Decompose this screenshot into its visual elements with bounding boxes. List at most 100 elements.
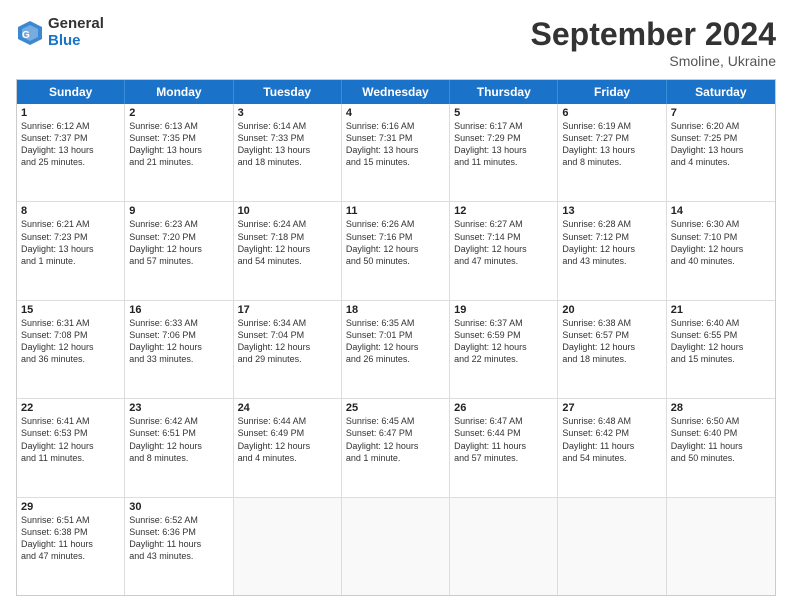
calendar-row-1: 1Sunrise: 6:12 AM Sunset: 7:37 PM Daylig… [17,104,775,202]
logo-text: General Blue [48,16,104,49]
day-info: Sunrise: 6:21 AM Sunset: 7:23 PM Dayligh… [21,218,120,267]
calendar-row-5: 29Sunrise: 6:51 AM Sunset: 6:38 PM Dayli… [17,498,775,595]
empty-cell [558,498,666,595]
day-number: 1 [21,107,120,119]
day-cell-5: 5Sunrise: 6:17 AM Sunset: 7:29 PM Daylig… [450,104,558,201]
day-cell-2: 2Sunrise: 6:13 AM Sunset: 7:35 PM Daylig… [125,104,233,201]
day-cell-26: 26Sunrise: 6:47 AM Sunset: 6:44 PM Dayli… [450,399,558,496]
day-info: Sunrise: 6:38 AM Sunset: 6:57 PM Dayligh… [562,317,661,366]
day-info: Sunrise: 6:26 AM Sunset: 7:16 PM Dayligh… [346,218,445,267]
day-info: Sunrise: 6:33 AM Sunset: 7:06 PM Dayligh… [129,317,228,366]
day-number: 25 [346,402,445,414]
empty-cell [450,498,558,595]
day-number: 10 [238,205,337,217]
day-cell-12: 12Sunrise: 6:27 AM Sunset: 7:14 PM Dayli… [450,202,558,299]
day-number: 19 [454,304,553,316]
day-info: Sunrise: 6:45 AM Sunset: 6:47 PM Dayligh… [346,415,445,464]
day-info: Sunrise: 6:19 AM Sunset: 7:27 PM Dayligh… [562,120,661,169]
day-info: Sunrise: 6:16 AM Sunset: 7:31 PM Dayligh… [346,120,445,169]
subtitle: Smoline, Ukraine [531,53,776,69]
day-cell-24: 24Sunrise: 6:44 AM Sunset: 6:49 PM Dayli… [234,399,342,496]
day-cell-14: 14Sunrise: 6:30 AM Sunset: 7:10 PM Dayli… [667,202,775,299]
day-cell-1: 1Sunrise: 6:12 AM Sunset: 7:37 PM Daylig… [17,104,125,201]
day-number: 21 [671,304,771,316]
day-number: 20 [562,304,661,316]
day-cell-18: 18Sunrise: 6:35 AM Sunset: 7:01 PM Dayli… [342,301,450,398]
day-info: Sunrise: 6:20 AM Sunset: 7:25 PM Dayligh… [671,120,771,169]
day-info: Sunrise: 6:37 AM Sunset: 6:59 PM Dayligh… [454,317,553,366]
header-day-wednesday: Wednesday [342,80,450,104]
day-info: Sunrise: 6:14 AM Sunset: 7:33 PM Dayligh… [238,120,337,169]
day-cell-22: 22Sunrise: 6:41 AM Sunset: 6:53 PM Dayli… [17,399,125,496]
svg-text:G: G [22,30,30,41]
day-number: 7 [671,107,771,119]
empty-cell [342,498,450,595]
day-cell-7: 7Sunrise: 6:20 AM Sunset: 7:25 PM Daylig… [667,104,775,201]
day-cell-16: 16Sunrise: 6:33 AM Sunset: 7:06 PM Dayli… [125,301,233,398]
day-number: 16 [129,304,228,316]
day-cell-17: 17Sunrise: 6:34 AM Sunset: 7:04 PM Dayli… [234,301,342,398]
day-cell-15: 15Sunrise: 6:31 AM Sunset: 7:08 PM Dayli… [17,301,125,398]
day-number: 27 [562,402,661,414]
day-info: Sunrise: 6:12 AM Sunset: 7:37 PM Dayligh… [21,120,120,169]
day-number: 12 [454,205,553,217]
day-number: 23 [129,402,228,414]
day-cell-23: 23Sunrise: 6:42 AM Sunset: 6:51 PM Dayli… [125,399,233,496]
day-info: Sunrise: 6:30 AM Sunset: 7:10 PM Dayligh… [671,218,771,267]
calendar-body: 1Sunrise: 6:12 AM Sunset: 7:37 PM Daylig… [17,104,775,595]
day-number: 28 [671,402,771,414]
day-number: 8 [21,205,120,217]
day-info: Sunrise: 6:31 AM Sunset: 7:08 PM Dayligh… [21,317,120,366]
empty-cell [667,498,775,595]
day-info: Sunrise: 6:24 AM Sunset: 7:18 PM Dayligh… [238,218,337,267]
month-title: September 2024 [531,16,776,53]
day-cell-10: 10Sunrise: 6:24 AM Sunset: 7:18 PM Dayli… [234,202,342,299]
day-info: Sunrise: 6:34 AM Sunset: 7:04 PM Dayligh… [238,317,337,366]
logo-icon: G [16,19,44,47]
day-cell-30: 30Sunrise: 6:52 AM Sunset: 6:36 PM Dayli… [125,498,233,595]
logo: G General Blue [16,16,104,49]
day-number: 18 [346,304,445,316]
day-number: 2 [129,107,228,119]
day-number: 11 [346,205,445,217]
day-info: Sunrise: 6:42 AM Sunset: 6:51 PM Dayligh… [129,415,228,464]
calendar: SundayMondayTuesdayWednesdayThursdayFrid… [16,79,776,596]
calendar-row-4: 22Sunrise: 6:41 AM Sunset: 6:53 PM Dayli… [17,399,775,497]
header-day-tuesday: Tuesday [234,80,342,104]
day-number: 30 [129,501,228,513]
day-cell-13: 13Sunrise: 6:28 AM Sunset: 7:12 PM Dayli… [558,202,666,299]
header-day-monday: Monday [125,80,233,104]
day-info: Sunrise: 6:50 AM Sunset: 6:40 PM Dayligh… [671,415,771,464]
day-cell-6: 6Sunrise: 6:19 AM Sunset: 7:27 PM Daylig… [558,104,666,201]
day-info: Sunrise: 6:44 AM Sunset: 6:49 PM Dayligh… [238,415,337,464]
day-info: Sunrise: 6:17 AM Sunset: 7:29 PM Dayligh… [454,120,553,169]
day-number: 24 [238,402,337,414]
day-info: Sunrise: 6:23 AM Sunset: 7:20 PM Dayligh… [129,218,228,267]
day-number: 6 [562,107,661,119]
header-day-friday: Friday [558,80,666,104]
day-info: Sunrise: 6:35 AM Sunset: 7:01 PM Dayligh… [346,317,445,366]
calendar-header: SundayMondayTuesdayWednesdayThursdayFrid… [17,80,775,104]
day-info: Sunrise: 6:47 AM Sunset: 6:44 PM Dayligh… [454,415,553,464]
day-number: 3 [238,107,337,119]
day-cell-3: 3Sunrise: 6:14 AM Sunset: 7:33 PM Daylig… [234,104,342,201]
day-number: 4 [346,107,445,119]
day-number: 9 [129,205,228,217]
day-number: 13 [562,205,661,217]
header: G General Blue September 2024 Smoline, U… [16,16,776,69]
day-info: Sunrise: 6:28 AM Sunset: 7:12 PM Dayligh… [562,218,661,267]
day-number: 14 [671,205,771,217]
day-number: 15 [21,304,120,316]
day-info: Sunrise: 6:13 AM Sunset: 7:35 PM Dayligh… [129,120,228,169]
day-number: 26 [454,402,553,414]
day-number: 29 [21,501,120,513]
day-cell-21: 21Sunrise: 6:40 AM Sunset: 6:55 PM Dayli… [667,301,775,398]
title-block: September 2024 Smoline, Ukraine [531,16,776,69]
day-cell-25: 25Sunrise: 6:45 AM Sunset: 6:47 PM Dayli… [342,399,450,496]
day-cell-20: 20Sunrise: 6:38 AM Sunset: 6:57 PM Dayli… [558,301,666,398]
header-day-saturday: Saturday [667,80,775,104]
day-number: 17 [238,304,337,316]
calendar-row-2: 8Sunrise: 6:21 AM Sunset: 7:23 PM Daylig… [17,202,775,300]
day-cell-27: 27Sunrise: 6:48 AM Sunset: 6:42 PM Dayli… [558,399,666,496]
day-info: Sunrise: 6:41 AM Sunset: 6:53 PM Dayligh… [21,415,120,464]
